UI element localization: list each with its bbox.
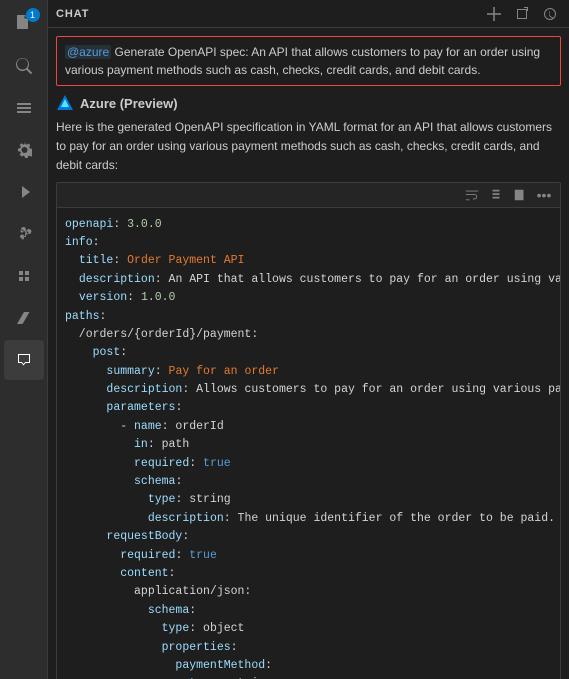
copy-button[interactable] [510,185,530,205]
open-editor-button[interactable] [511,3,533,25]
wrap-code-button[interactable] [462,185,482,205]
panel-title: CHAT [56,8,89,20]
search-icon[interactable] [4,46,44,86]
compare-button[interactable] [486,185,506,205]
run-debug-icon[interactable] [4,172,44,212]
testing-icon[interactable] [4,298,44,338]
notification-badge: 1 [26,8,40,22]
code-block-container: ••• openapi: 3.0.0 info: title: Order Pa… [56,182,561,679]
yaml-code-content: openapi: 3.0.0 info: title: Order Paymen… [57,208,560,679]
add-chat-button[interactable] [483,3,505,25]
chat-icon[interactable] [4,340,44,380]
explorer-icon[interactable]: 1 [4,4,44,44]
history-button[interactable] [539,3,561,25]
extensions-icon[interactable] [4,88,44,128]
chat-messages[interactable]: @azure Generate OpenAPI spec: An API tha… [48,28,569,679]
ai-message: Azure (Preview) Here is the generated Op… [56,94,561,679]
more-options-button[interactable]: ••• [534,185,554,205]
at-mention: @azure [65,45,111,59]
ai-provider-name: Azure (Preview) [80,96,178,111]
ai-provider-header: Azure (Preview) [56,94,561,112]
azure-logo-icon [56,94,74,112]
prompt-text: Generate OpenAPI spec: An API that allow… [65,45,540,77]
user-message: @azure Generate OpenAPI spec: An API tha… [56,36,561,86]
ai-intro-text: Here is the generated OpenAPI specificat… [56,118,561,176]
source-control-icon[interactable] [4,214,44,254]
main-panel: CHAT @azure Generate Op [48,0,569,679]
code-toolbar: ••• [57,183,560,208]
sidebar: 1 [0,0,48,679]
extensions-marketplace-icon[interactable] [4,256,44,296]
panel-header: CHAT [48,0,569,28]
header-actions [483,3,561,25]
settings-icon[interactable] [4,130,44,170]
